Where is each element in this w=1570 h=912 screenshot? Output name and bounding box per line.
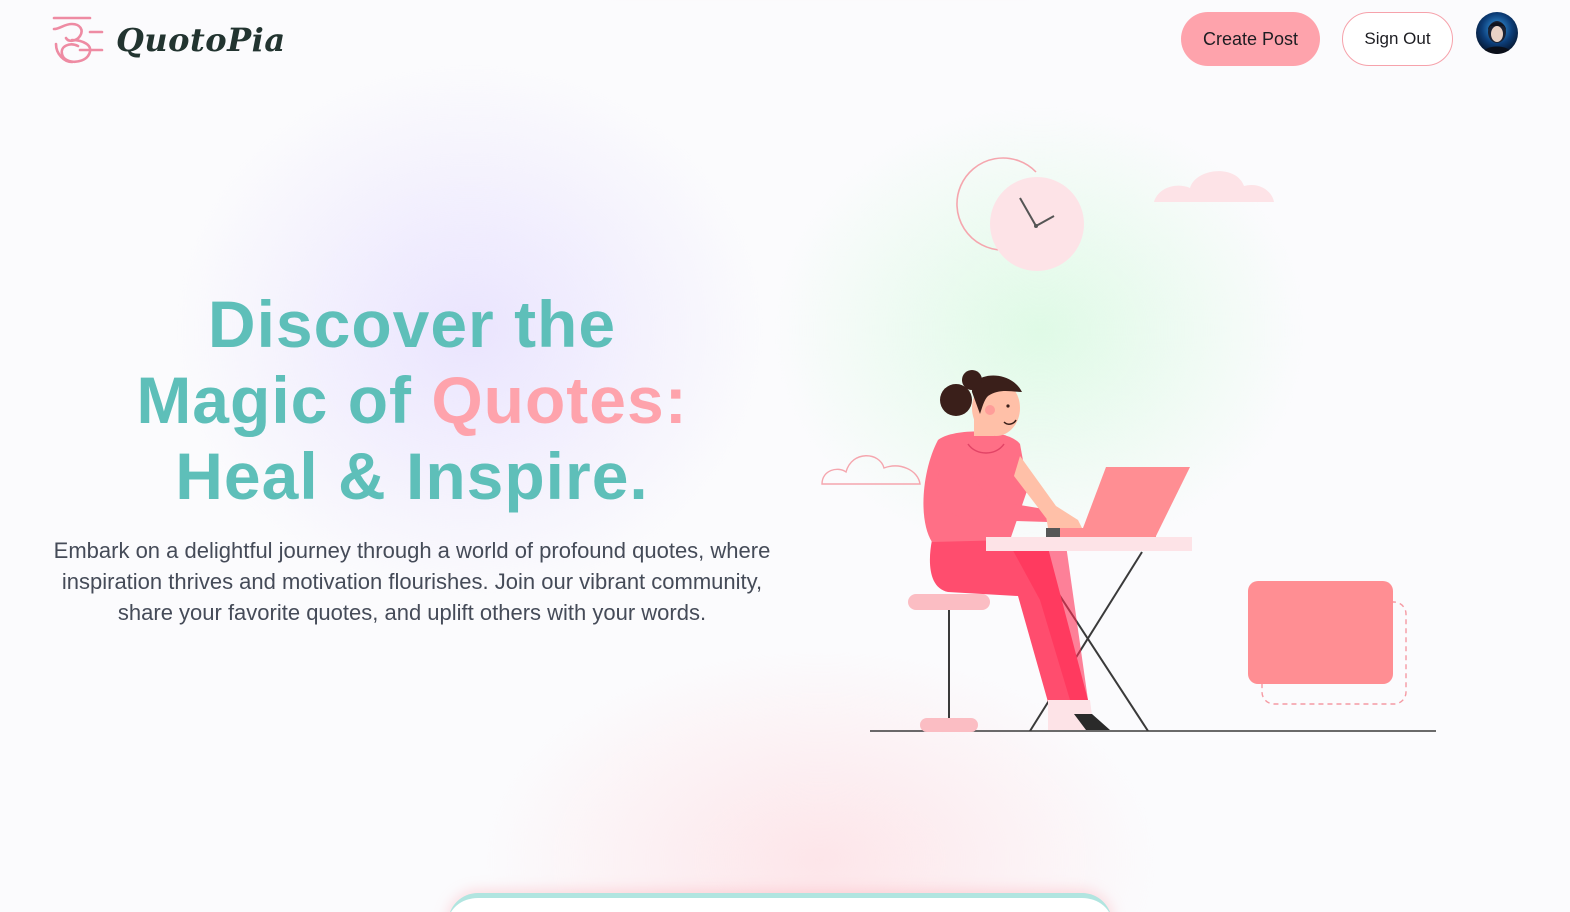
- hero-title-line3: Heal & Inspire.: [175, 439, 649, 513]
- hero-title-line2-prefix: Magic of: [136, 363, 412, 437]
- avatar[interactable]: [1476, 12, 1518, 54]
- logo-icon: [52, 16, 104, 64]
- cloud-icon: [821, 455, 921, 485]
- hero-title-line1: Discover the: [207, 287, 617, 361]
- person-at-laptop-illustration: [821, 157, 1436, 732]
- brand-name: QuotoPia: [116, 21, 286, 59]
- sign-out-button[interactable]: Sign Out: [1342, 12, 1453, 66]
- hero-title: Discover the Magic of Quotes: Heal & Ins…: [40, 286, 784, 514]
- clock-icon: [956, 157, 1084, 271]
- search-card: [448, 893, 1112, 912]
- hero-title-accent: Quotes:: [431, 363, 688, 437]
- avatar-image: [1476, 12, 1518, 54]
- create-post-button[interactable]: Create Post: [1181, 12, 1320, 66]
- brand-logo-link[interactable]: QuotoPia: [50, 14, 286, 66]
- cloud-icon: [1154, 171, 1274, 202]
- hero-subtitle: Embark on a delightful journey through a…: [53, 538, 771, 625]
